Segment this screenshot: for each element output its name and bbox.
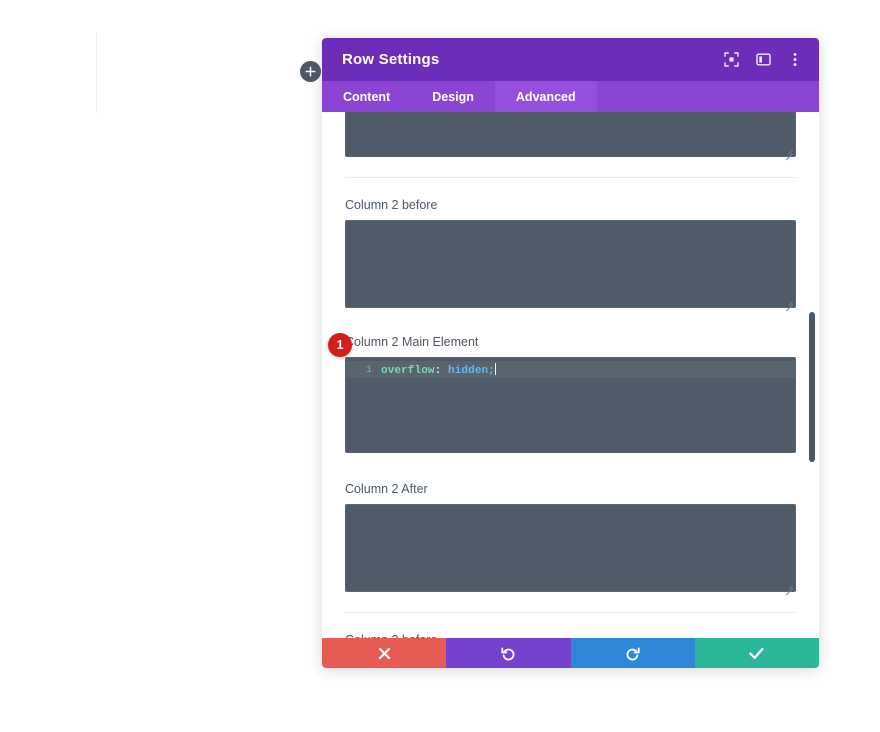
field-label-column-3-before: Column 3 before <box>345 633 796 638</box>
builder-canvas: Row Settings Content Design Advanced Col… <box>0 0 880 732</box>
undo-icon <box>501 646 516 661</box>
editor-code-text: overflow: hidden; <box>381 362 496 377</box>
modal-body: Column 2 before Column 2 Main Element 1 … <box>322 112 819 638</box>
more-vertical-icon[interactable] <box>787 52 803 68</box>
modal-header: Row Settings <box>322 38 819 81</box>
row-settings-modal: Row Settings Content Design Advanced Col… <box>322 38 819 668</box>
css-punctuation-token: : <box>434 364 449 377</box>
fullscreen-icon[interactable] <box>723 52 739 68</box>
css-code-editor-column-2-main-element[interactable]: 1 overflow: hidden; <box>345 357 796 453</box>
custom-css-textarea-partial[interactable] <box>345 112 796 157</box>
save-button[interactable] <box>694 638 819 668</box>
field-group-column-3-before: Column 3 before <box>345 633 796 638</box>
layout-panel-icon[interactable] <box>755 52 771 68</box>
field-divider <box>345 177 796 178</box>
modal-tab-bar: Content Design Advanced <box>322 81 819 112</box>
text-cursor <box>494 362 496 375</box>
field-spacer <box>345 453 796 482</box>
css-property-token: overflow <box>381 364 435 377</box>
css-value-token: hidden; <box>448 364 495 377</box>
field-spacer <box>345 308 796 335</box>
field-group-partial <box>345 112 796 157</box>
page-title: Row Settings <box>342 51 440 68</box>
field-label-column-2-after: Column 2 After <box>345 482 428 496</box>
undo-button[interactable] <box>446 638 571 668</box>
step-badge-1: 1 <box>328 333 352 357</box>
redo-button[interactable] <box>570 638 695 668</box>
tab-design[interactable]: Design <box>411 81 495 112</box>
field-label-column-2-before: Column 2 before <box>345 198 438 212</box>
resize-handle[interactable] <box>784 580 793 589</box>
close-icon <box>378 647 391 660</box>
cancel-button[interactable] <box>322 638 447 668</box>
redo-icon <box>625 646 640 661</box>
tab-advanced[interactable]: Advanced <box>494 81 597 112</box>
settings-scroll-region: Column 2 before Column 2 Main Element 1 … <box>322 112 819 638</box>
resize-handle[interactable] <box>784 296 793 305</box>
field-label-column-2-main-element: Column 2 Main Element <box>345 335 479 349</box>
tab-content[interactable]: Content <box>322 81 411 112</box>
column-guide-line <box>96 32 97 113</box>
resize-handle[interactable] <box>784 145 793 154</box>
custom-css-textarea-column-2-after[interactable] <box>345 504 796 592</box>
field-group-column-2-before: Column 2 before <box>345 198 796 308</box>
header-icon-group <box>723 52 803 68</box>
checkmark-icon <box>749 647 764 660</box>
field-divider <box>345 612 796 613</box>
modal-scrollbar[interactable] <box>807 112 817 638</box>
custom-css-textarea-column-2-before[interactable] <box>345 220 796 308</box>
editor-line-number: 1 <box>365 363 372 376</box>
modal-scrollbar-thumb[interactable] <box>809 312 815 462</box>
add-module-button[interactable] <box>300 61 321 82</box>
editor-active-line[interactable]: 1 overflow: hidden; <box>346 361 795 378</box>
modal-footer <box>322 638 819 668</box>
field-group-column-2-main-element: Column 2 Main Element 1 overflow: hidden… <box>345 335 796 453</box>
field-group-column-2-after: Column 2 After <box>345 482 796 592</box>
